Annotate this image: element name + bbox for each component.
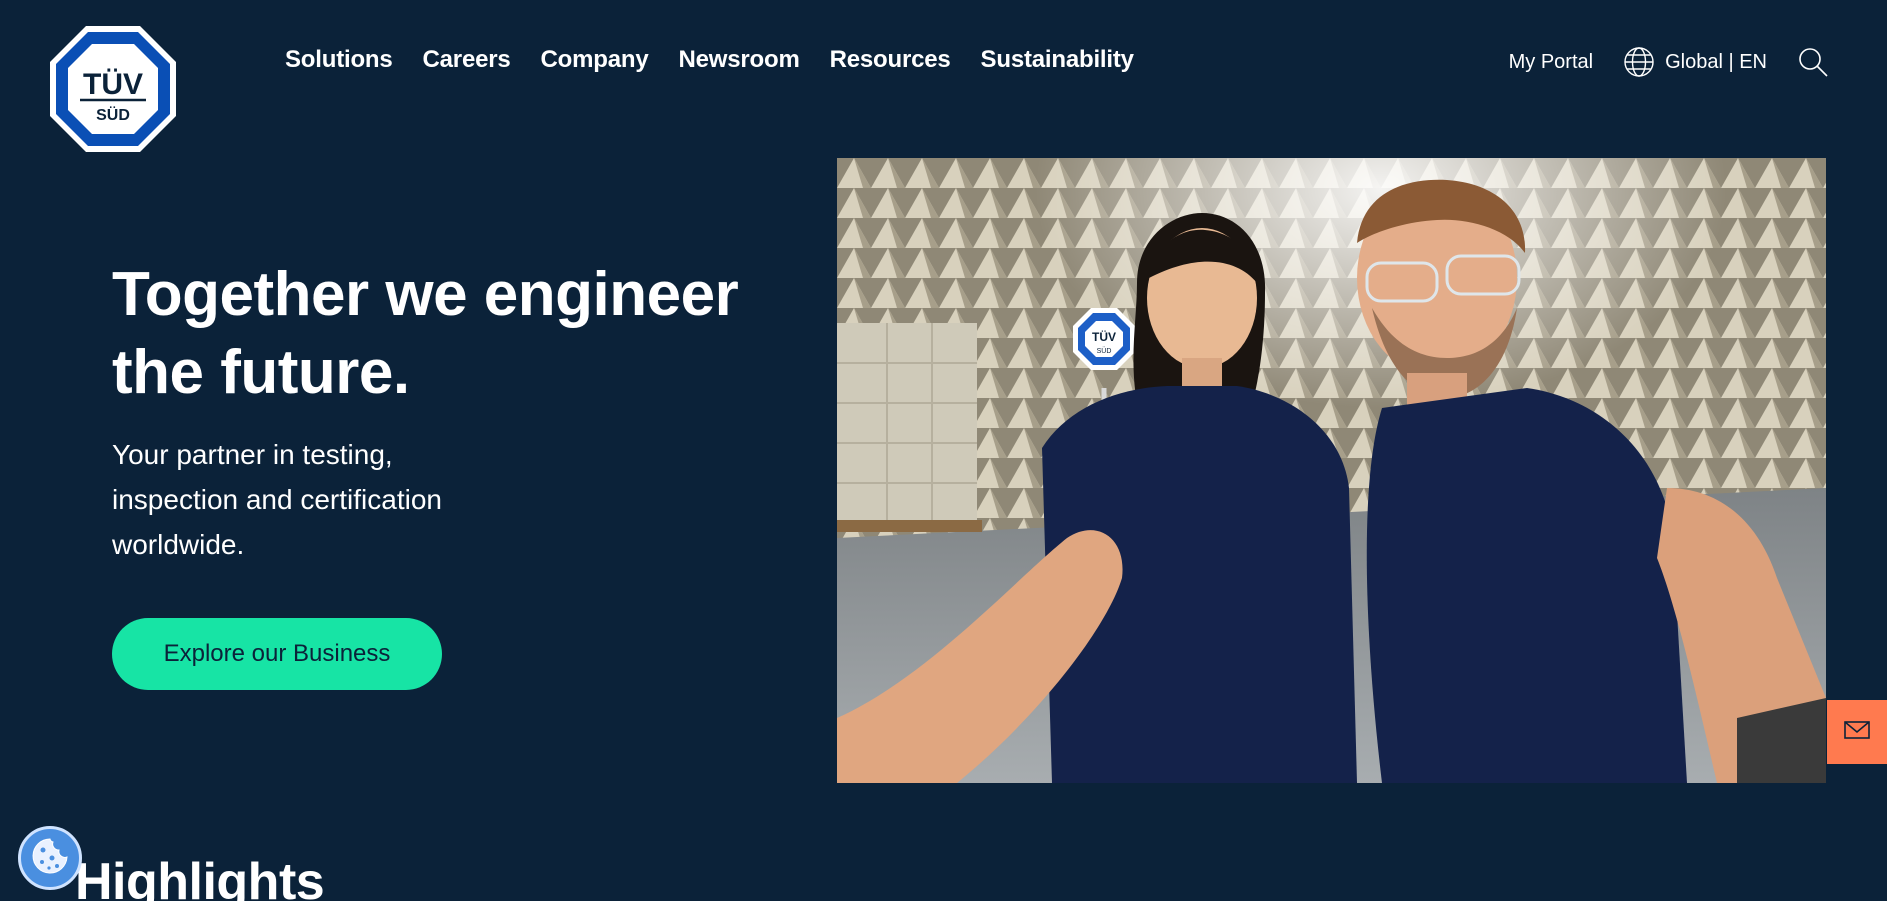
nav-company[interactable]: Company bbox=[541, 46, 649, 74]
page: TÜV SÜD Solutions Careers Company Newsro… bbox=[0, 0, 1887, 901]
globe-icon bbox=[1623, 46, 1655, 78]
svg-text:TÜV: TÜV bbox=[1092, 329, 1116, 344]
nav-sustainability[interactable]: Sustainability bbox=[981, 46, 1134, 74]
nav-newsroom[interactable]: Newsroom bbox=[679, 46, 800, 74]
highlights-title: Highlights bbox=[75, 853, 325, 901]
locale-label: Global | EN bbox=[1665, 50, 1767, 73]
hero-title: Together we engineer the future. bbox=[112, 260, 739, 407]
search-icon[interactable] bbox=[1797, 46, 1829, 78]
locale-selector[interactable]: Global | EN bbox=[1623, 46, 1767, 78]
mail-icon bbox=[1844, 720, 1870, 744]
svg-text:TÜV: TÜV bbox=[83, 68, 143, 101]
explore-business-button[interactable]: Explore our Business bbox=[112, 618, 442, 690]
utility-nav: My Portal Global | EN bbox=[1509, 46, 1829, 78]
main-nav: Solutions Careers Company Newsroom Resou… bbox=[285, 46, 1134, 74]
my-portal-link[interactable]: My Portal bbox=[1509, 51, 1593, 74]
feedback-tab[interactable] bbox=[1827, 700, 1887, 764]
hero-image: TÜV SÜD bbox=[837, 158, 1826, 783]
nav-careers[interactable]: Careers bbox=[423, 46, 511, 74]
svg-text:SÜD: SÜD bbox=[96, 105, 130, 124]
nav-solutions[interactable]: Solutions bbox=[285, 46, 393, 74]
hero-subtitle: Your partner in testing, inspection and … bbox=[112, 439, 442, 560]
cookie-icon bbox=[30, 836, 70, 881]
tuv-sud-logo[interactable]: TÜV SÜD bbox=[48, 24, 178, 154]
svg-text:SÜD: SÜD bbox=[1097, 347, 1112, 355]
nav-resources[interactable]: Resources bbox=[830, 46, 951, 74]
cookie-settings-button[interactable] bbox=[18, 826, 82, 890]
